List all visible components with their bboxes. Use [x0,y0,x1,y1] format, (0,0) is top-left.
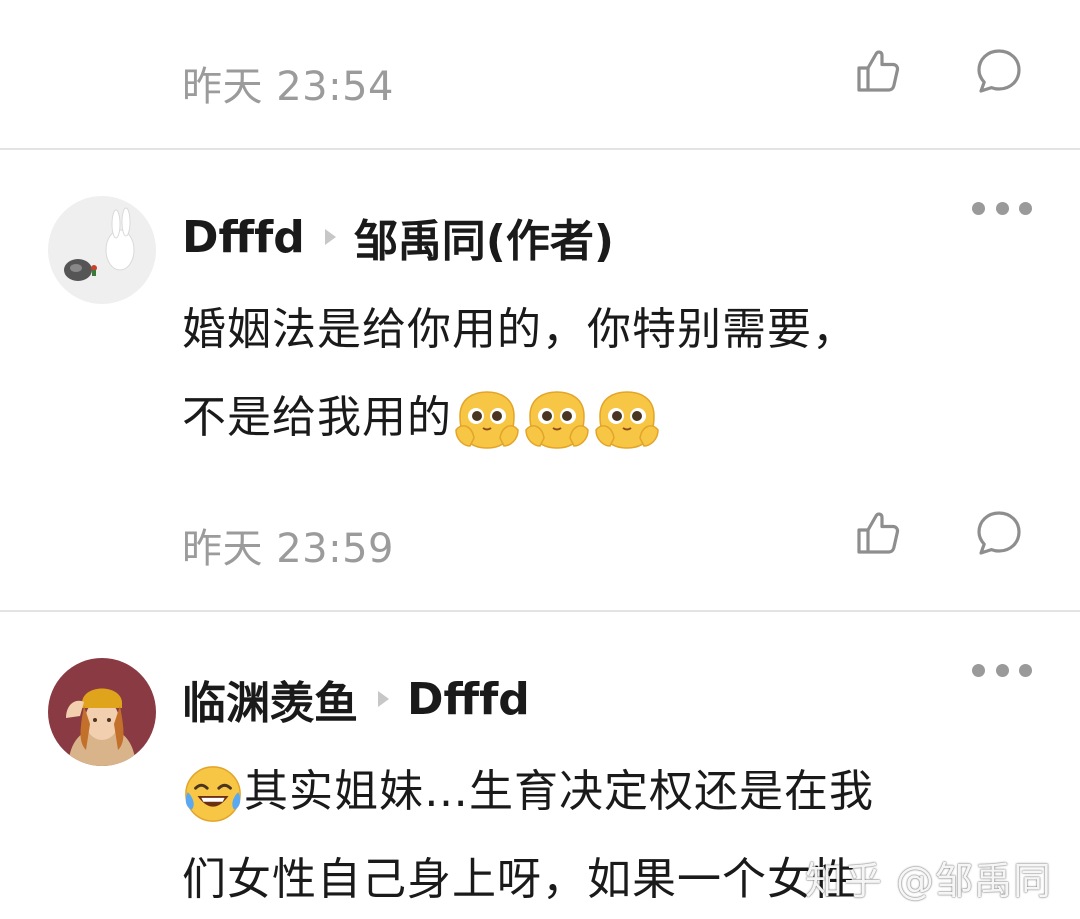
laughing-crying-emoji [182,763,244,825]
divider [0,148,1080,150]
comment-footer: 昨天 23:54 [182,44,1080,110]
reply-button[interactable] [972,506,1026,560]
reply-to-name[interactable]: Dfffd [407,674,530,725]
author-name[interactable]: 临渊羡鱼 [182,667,358,731]
comment-header: 临渊羡鱼 Dfffd [182,664,530,734]
thumbs-up-icon [857,50,900,92]
more-dots-icon [972,663,985,677]
comment-text-line: 其实姐妹…生育决定权还是在我 [182,748,1042,836]
avatar-image [48,196,156,304]
more-dots-icon [1019,663,1032,677]
more-dots-icon [972,201,985,215]
comment-list: 昨天 23:54 Dfffd 邹禹同(作者) 婚姻法是给你用的，你特别需要， 不… [0,0,1080,919]
comment-text: 不是给我用的 [182,392,452,443]
shy-hands-emoji [592,388,662,452]
comment-footer: 昨天 23:59 [182,506,1080,572]
comment-content: 婚姻法是给你用的，你特别需要， 不是给我用的 [182,286,1032,462]
more-dots-icon [1019,201,1032,215]
divider [0,610,1080,612]
comment-text-line: 婚姻法是给你用的，你特别需要， [182,304,857,355]
reply-arrow-icon [378,691,389,707]
comment-text: 其实姐妹…生育决定权还是在我 [244,766,874,817]
reply-to-name[interactable]: 邹禹同(作者) [354,205,614,269]
thumbs-up-icon [857,512,900,554]
avatar[interactable] [48,658,156,766]
like-button[interactable] [852,506,906,560]
shy-hands-emoji [452,388,522,452]
avatar-image [48,658,156,766]
comment-bubble-icon [977,49,1021,93]
author-name[interactable]: Dfffd [182,212,305,263]
comment-text-line: 不是给我用的 [182,374,1032,462]
comment-bubble-icon [977,511,1021,555]
reply-button[interactable] [972,44,1026,98]
comment-time: 昨天 23:54 [182,64,394,110]
more-dots-icon [995,201,1009,215]
more-options-button[interactable] [972,655,1032,685]
reply-arrow-icon [324,229,336,245]
shy-hands-emoji [522,388,592,452]
comment-time: 昨天 23:59 [182,526,394,572]
comment-header: Dfffd 邹禹同(作者) [182,202,614,272]
more-dots-icon [995,663,1009,677]
watermark: 知乎 @邹禹同 [804,859,1052,903]
more-options-button[interactable] [972,193,1032,223]
avatar[interactable] [48,196,156,304]
like-button[interactable] [852,44,906,98]
